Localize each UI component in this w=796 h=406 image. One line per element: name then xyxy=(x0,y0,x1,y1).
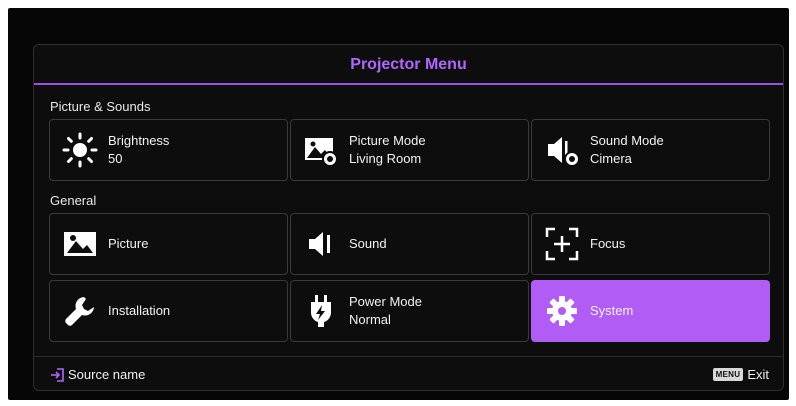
tile-label: Picture Mode xyxy=(349,133,426,148)
tile-system[interactable]: System xyxy=(531,280,770,342)
wrench-icon xyxy=(60,291,100,331)
projector-menu-panel: Projector Menu Picture & Sounds Brightne… xyxy=(33,44,784,391)
picture-icon xyxy=(60,224,100,264)
tile-label: Focus xyxy=(590,236,626,251)
menu-key-icon: MENU xyxy=(712,368,744,381)
tile-label: Sound Mode xyxy=(590,133,664,148)
exit-label: Exit xyxy=(747,367,769,382)
tile-picture[interactable]: Picture xyxy=(49,213,288,275)
tile-sound[interactable]: Sound xyxy=(290,213,529,275)
picture-mode-icon xyxy=(301,130,341,170)
power-plug-icon xyxy=(301,291,341,331)
gear-icon xyxy=(542,291,582,331)
focus-icon xyxy=(542,224,582,264)
tile-brightness[interactable]: Brightness 50 xyxy=(49,119,288,181)
tile-value: Cimera xyxy=(590,151,632,166)
tile-picture-mode[interactable]: Picture Mode Living Room xyxy=(290,119,529,181)
tile-label: Sound xyxy=(349,236,387,251)
section-label-general: General xyxy=(50,193,97,208)
footer-divider xyxy=(34,356,783,357)
source-name-label: Source name xyxy=(68,367,146,382)
section-label-picture-sounds: Picture & Sounds xyxy=(50,99,151,114)
title-divider xyxy=(34,83,783,85)
tile-sound-mode[interactable]: Sound Mode Cimera xyxy=(531,119,770,181)
sun-icon xyxy=(60,130,100,170)
source-input-icon xyxy=(50,367,64,382)
screen-background: Projector Menu Picture & Sounds Brightne… xyxy=(8,8,789,400)
exit-hint[interactable]: MENU Exit xyxy=(712,367,769,382)
tile-label: Installation xyxy=(108,303,171,318)
tile-installation[interactable]: Installation xyxy=(49,280,288,342)
tile-value: Normal xyxy=(349,312,391,327)
source-indicator[interactable]: Source name xyxy=(50,367,145,382)
tile-focus[interactable]: Focus xyxy=(531,213,770,275)
tile-value: 50 xyxy=(108,151,123,166)
tile-label: Brightness xyxy=(108,133,170,148)
sound-mode-icon xyxy=(542,130,582,170)
tile-power-mode[interactable]: Power Mode Normal xyxy=(290,280,529,342)
tile-label: System xyxy=(590,303,634,318)
tile-value: Living Room xyxy=(349,151,422,166)
speaker-icon xyxy=(301,224,341,264)
menu-title: Projector Menu xyxy=(350,55,467,73)
tile-label: Power Mode xyxy=(349,294,422,309)
tile-label: Picture xyxy=(108,236,149,251)
